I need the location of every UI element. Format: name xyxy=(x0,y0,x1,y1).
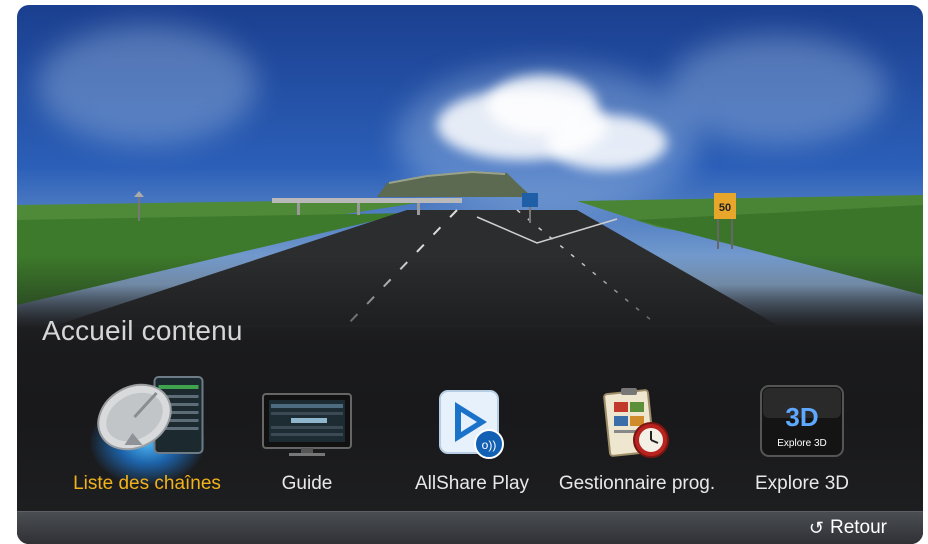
speed-sign-text: 50 xyxy=(719,202,731,214)
return-label: Retour xyxy=(829,517,887,538)
app-label: AllShare Play xyxy=(414,473,530,494)
explore-3d-icon: 3D Explore 3D xyxy=(760,385,844,457)
app-guide[interactable]: Guide xyxy=(222,380,392,500)
app-label: Guide xyxy=(281,473,333,494)
app-label: Gestionnaire prog. xyxy=(558,473,716,494)
app-explore-3d[interactable]: 3D Explore 3D Explore 3D xyxy=(717,380,887,500)
svg-text:o)): o)) xyxy=(482,438,497,452)
page-title: Accueil contenu xyxy=(42,315,243,346)
schedule-manager-icon xyxy=(603,388,669,458)
return-button[interactable]: ↺ Retour xyxy=(809,517,887,539)
app-label: Liste des chaînes xyxy=(73,473,221,494)
svg-text:3D: 3D xyxy=(785,402,818,432)
app-liste-des-chaines[interactable]: Liste des chaînes xyxy=(62,376,232,500)
app-label: Explore 3D xyxy=(755,473,849,494)
explore-3d-icon-text: Explore 3D xyxy=(777,438,826,449)
tv-guide-icon xyxy=(262,393,352,456)
bottom-bar: ↺ Retour xyxy=(17,511,923,544)
allshare-play-icon: o)) xyxy=(439,390,504,459)
tv-screen: 50 Accueil contenu Liste des chaînes Gui… xyxy=(17,5,923,544)
return-arrow-icon: ↺ xyxy=(808,518,824,538)
app-list: Liste des chaînes Guide o)) AllShare Pla… xyxy=(17,376,923,500)
app-gestionnaire-prog[interactable]: Gestionnaire prog. xyxy=(552,380,722,500)
app-allshare-play[interactable]: o)) AllShare Play xyxy=(387,380,557,500)
satellite-dish-icon xyxy=(97,376,204,454)
